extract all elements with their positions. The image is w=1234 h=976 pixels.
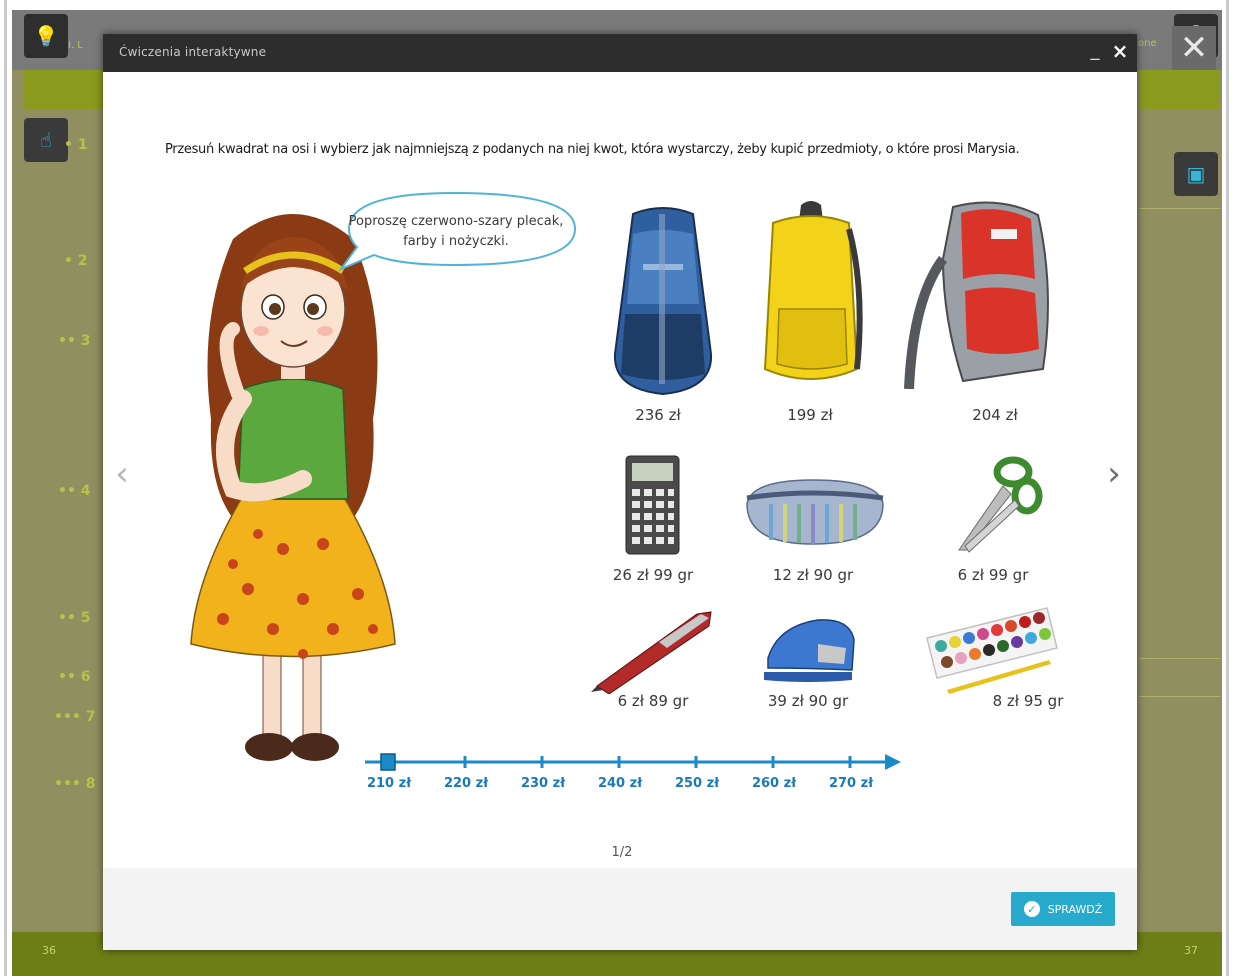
axis-label: 230 zł [520,776,566,791]
app-close-icon[interactable]: ✕ [1172,26,1216,70]
blue-backpack-price: 236 zł [635,406,681,424]
speech-bubble-text: Poproszę czerwono-szary plecak, farby i … [348,214,564,249]
app-green-band-right [1140,70,1220,110]
instruction-text: Przesuń kwadrat na osi i wybierz jak naj… [165,142,1020,157]
pen-price: 6 zł 89 gr [617,692,689,710]
scissors-price: 6 zł 99 gr [957,566,1029,584]
pencil-case-price: 12 zł 90 gr [772,566,854,584]
check-button-label: SPRAWDŹ [1047,902,1103,916]
previous-arrow-icon[interactable]: ‹ [109,452,135,496]
pen-image[interactable] [589,604,719,694]
app-section-number[interactable]: ••• 8 [54,776,95,792]
calculator-price: 26 zł 99 gr [612,566,694,584]
app-green-band-left [24,70,114,110]
paints-price: 8 zł 95 gr [992,692,1064,710]
calculator-image[interactable] [625,455,680,555]
stapler-price: 39 zł 90 gr [767,692,849,710]
app-page-number-left: 36 [42,944,56,957]
close-button[interactable]: × [1109,39,1131,65]
app-lightbulb-icon[interactable]: 💡 [24,14,68,58]
stapler-image[interactable] [758,614,858,684]
app-section-number[interactable]: •• 6 [58,669,91,685]
yellow-backpack-image[interactable] [753,199,868,394]
yellow-backpack-price: 199 zł [787,406,833,424]
app-section-number[interactable]: •• 5 [58,610,91,626]
modal-title-bar: Ćwiczenia interaktywne _ × [103,34,1137,72]
app-divider [1140,658,1220,659]
axis-label: 250 zł [674,776,720,791]
window-frame-right [1226,0,1229,976]
window-frame-left [4,0,7,976]
modal-title: Ćwiczenia interaktywne [119,45,267,59]
app-divider [1140,696,1220,697]
axis-slider-square [380,753,396,771]
minimize-button[interactable]: _ [1085,40,1105,64]
app-divider [1140,208,1220,209]
pencil-case-image[interactable] [741,474,886,549]
axis-label: 260 zł [751,776,797,791]
page-indicator: 1/2 [611,845,633,860]
app-section-number[interactable]: • 2 [64,253,88,269]
axis-label: 210 zł [366,776,412,791]
app-page-number-right: 37 [1184,944,1198,957]
app-section-number[interactable]: ••• 7 [54,709,95,725]
red-grey-backpack-price: 204 zł [972,406,1018,424]
modal-footer [103,868,1137,950]
red-grey-backpack-image[interactable] [903,199,1058,389]
app-book-icon[interactable]: ▣ [1174,152,1218,196]
check-magnifier-icon: ✓ [1023,901,1040,917]
girl-illustration [190,214,396,761]
app-section-number[interactable]: • 1 [64,137,88,153]
axis-arrowhead-icon [885,754,901,770]
app-header-fragment-right: one [1138,38,1157,49]
next-arrow-icon[interactable]: › [1101,452,1127,496]
app-header-fragment: I. L [68,40,83,51]
scissors-image[interactable] [953,454,1043,554]
axis-label: 270 zł [828,776,874,791]
check-button[interactable]: ✓ SPRAWDŹ [1011,892,1115,926]
app-section-number[interactable]: •• 4 [58,483,91,499]
app-section-number[interactable]: •• 3 [58,333,91,349]
paints-image[interactable] [921,602,1061,697]
blue-backpack-image[interactable] [603,204,723,399]
axis-label: 220 zł [443,776,489,791]
exercise-modal: Ćwiczenia interaktywne _ × Przesuń kwadr… [103,34,1137,950]
axis-label: 240 zł [597,776,643,791]
app-touch-icon[interactable]: ☝ [24,118,68,162]
number-axis[interactable] [365,742,905,802]
